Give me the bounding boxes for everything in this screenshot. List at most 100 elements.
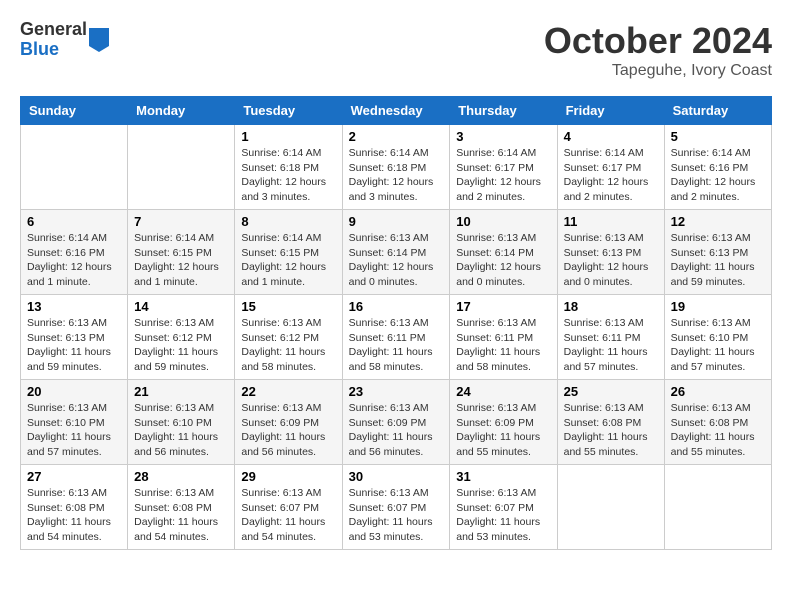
day-info: Sunrise: 6:13 AM Sunset: 6:09 PM Dayligh… xyxy=(456,401,550,460)
day-info: Sunrise: 6:13 AM Sunset: 6:10 PM Dayligh… xyxy=(27,401,121,460)
calendar-day-cell: 21Sunrise: 6:13 AM Sunset: 6:10 PM Dayli… xyxy=(128,380,235,465)
day-number: 28 xyxy=(134,469,228,484)
day-info: Sunrise: 6:14 AM Sunset: 6:18 PM Dayligh… xyxy=(241,146,335,205)
location-title: Tapeguhe, Ivory Coast xyxy=(544,62,772,80)
calendar-day-cell xyxy=(557,465,664,550)
day-number: 17 xyxy=(456,299,550,314)
day-number: 6 xyxy=(27,214,121,229)
calendar-day-cell: 2Sunrise: 6:14 AM Sunset: 6:18 PM Daylig… xyxy=(342,125,450,210)
day-info: Sunrise: 6:13 AM Sunset: 6:13 PM Dayligh… xyxy=(671,231,765,290)
day-info: Sunrise: 6:13 AM Sunset: 6:09 PM Dayligh… xyxy=(241,401,335,460)
day-number: 29 xyxy=(241,469,335,484)
calendar-day-cell: 24 Sunrise: 6:13 AM Sunset: 6:09 PM Dayli… xyxy=(450,380,557,465)
calendar-day-cell: 17 Sunrise: 6:13 AM Sunset: 6:11 PM Dayli… xyxy=(450,295,557,380)
calendar-week-row: 13Sunrise: 6:13 AM Sunset: 6:13 PM Dayli… xyxy=(21,295,772,380)
logo-icon xyxy=(89,28,109,52)
calendar-day-cell: 4Sunrise: 6:14 AM Sunset: 6:17 PM Daylig… xyxy=(557,125,664,210)
weekday-header-cell: Monday xyxy=(128,97,235,125)
calendar-day-cell: 13Sunrise: 6:13 AM Sunset: 6:13 PM Dayli… xyxy=(21,295,128,380)
calendar-day-cell xyxy=(664,465,771,550)
calendar-day-cell: 6 Sunrise: 6:14 AM Sunset: 6:16 PM Daylig… xyxy=(21,210,128,295)
day-number: 22 xyxy=(241,384,335,399)
calendar-day-cell: 18Sunrise: 6:13 AM Sunset: 6:11 PM Dayli… xyxy=(557,295,664,380)
day-number: 2 xyxy=(349,129,444,144)
day-number: 12 xyxy=(671,214,765,229)
calendar-day-cell xyxy=(128,125,235,210)
calendar-day-cell: 14 Sunrise: 6:13 AM Sunset: 6:12 PM Dayli… xyxy=(128,295,235,380)
calendar-day-cell: 25 Sunrise: 6:13 AM Sunset: 6:08 PM Dayli… xyxy=(557,380,664,465)
day-number: 24 xyxy=(456,384,550,399)
calendar-day-cell: 22 Sunrise: 6:13 AM Sunset: 6:09 PM Dayli… xyxy=(235,380,342,465)
calendar-day-cell: 5 Sunrise: 6:14 AM Sunset: 6:16 PM Daylig… xyxy=(664,125,771,210)
logo-text: General Blue xyxy=(20,20,87,60)
day-info: Sunrise: 6:13 AM Sunset: 6:11 PM Dayligh… xyxy=(349,316,444,375)
calendar-day-cell: 30 Sunrise: 6:13 AM Sunset: 6:07 PM Dayli… xyxy=(342,465,450,550)
calendar-day-cell: 8 Sunrise: 6:14 AM Sunset: 6:15 PM Daylig… xyxy=(235,210,342,295)
weekday-header-row: SundayMondayTuesdayWednesdayThursdayFrid… xyxy=(21,97,772,125)
day-number: 31 xyxy=(456,469,550,484)
day-number: 7 xyxy=(134,214,228,229)
calendar-day-cell: 19Sunrise: 6:13 AM Sunset: 6:10 PM Dayli… xyxy=(664,295,771,380)
day-number: 27 xyxy=(27,469,121,484)
calendar-body: 1Sunrise: 6:14 AM Sunset: 6:18 PM Daylig… xyxy=(21,125,772,550)
weekday-header-cell: Tuesday xyxy=(235,97,342,125)
day-info: Sunrise: 6:13 AM Sunset: 6:12 PM Dayligh… xyxy=(134,316,228,375)
calendar-week-row: 1Sunrise: 6:14 AM Sunset: 6:18 PM Daylig… xyxy=(21,125,772,210)
day-info: Sunrise: 6:13 AM Sunset: 6:07 PM Dayligh… xyxy=(456,486,550,545)
day-number: 5 xyxy=(671,129,765,144)
logo: General Blue xyxy=(20,20,109,60)
calendar-day-cell: 28 Sunrise: 6:13 AM Sunset: 6:08 PM Dayli… xyxy=(128,465,235,550)
calendar-week-row: 6 Sunrise: 6:14 AM Sunset: 6:16 PM Daylig… xyxy=(21,210,772,295)
logo-general: General xyxy=(20,20,87,40)
day-number: 23 xyxy=(349,384,444,399)
logo-blue: Blue xyxy=(20,40,87,60)
calendar-day-cell: 3 Sunrise: 6:14 AM Sunset: 6:17 PM Daylig… xyxy=(450,125,557,210)
day-number: 20 xyxy=(27,384,121,399)
day-info: Sunrise: 6:13 AM Sunset: 6:08 PM Dayligh… xyxy=(564,401,658,460)
day-number: 8 xyxy=(241,214,335,229)
weekday-header-cell: Saturday xyxy=(664,97,771,125)
day-number: 9 xyxy=(349,214,444,229)
day-info: Sunrise: 6:13 AM Sunset: 6:14 PM Dayligh… xyxy=(349,231,444,290)
calendar-table: SundayMondayTuesdayWednesdayThursdayFrid… xyxy=(20,96,772,550)
calendar-day-cell: 31 Sunrise: 6:13 AM Sunset: 6:07 PM Dayli… xyxy=(450,465,557,550)
weekday-header-cell: Sunday xyxy=(21,97,128,125)
day-number: 26 xyxy=(671,384,765,399)
day-number: 14 xyxy=(134,299,228,314)
day-info: Sunrise: 6:13 AM Sunset: 6:08 PM Dayligh… xyxy=(134,486,228,545)
day-number: 25 xyxy=(564,384,658,399)
calendar-day-cell: 10Sunrise: 6:13 AM Sunset: 6:14 PM Dayli… xyxy=(450,210,557,295)
month-title: October 2024 xyxy=(544,20,772,62)
calendar-day-cell: 27 Sunrise: 6:13 AM Sunset: 6:08 PM Dayli… xyxy=(21,465,128,550)
weekday-header-cell: Friday xyxy=(557,97,664,125)
day-info: Sunrise: 6:14 AM Sunset: 6:15 PM Dayligh… xyxy=(241,231,335,290)
calendar-day-cell: 12 Sunrise: 6:13 AM Sunset: 6:13 PM Dayli… xyxy=(664,210,771,295)
calendar-week-row: 27 Sunrise: 6:13 AM Sunset: 6:08 PM Dayli… xyxy=(21,465,772,550)
page-header: General Blue October 2024 Tapeguhe, Ivor… xyxy=(20,20,772,80)
weekday-header-cell: Thursday xyxy=(450,97,557,125)
day-number: 11 xyxy=(564,214,658,229)
calendar-day-cell: 9 Sunrise: 6:13 AM Sunset: 6:14 PM Daylig… xyxy=(342,210,450,295)
day-info: Sunrise: 6:14 AM Sunset: 6:16 PM Dayligh… xyxy=(27,231,121,290)
day-info: Sunrise: 6:13 AM Sunset: 6:11 PM Dayligh… xyxy=(456,316,550,375)
day-info: Sunrise: 6:14 AM Sunset: 6:16 PM Dayligh… xyxy=(671,146,765,205)
day-number: 16 xyxy=(349,299,444,314)
day-info: Sunrise: 6:13 AM Sunset: 6:07 PM Dayligh… xyxy=(349,486,444,545)
day-info: Sunrise: 6:13 AM Sunset: 6:13 PM Dayligh… xyxy=(564,231,658,290)
day-info: Sunrise: 6:13 AM Sunset: 6:09 PM Dayligh… xyxy=(349,401,444,460)
day-number: 21 xyxy=(134,384,228,399)
calendar-day-cell xyxy=(21,125,128,210)
calendar-week-row: 20 Sunrise: 6:13 AM Sunset: 6:10 PM Dayli… xyxy=(21,380,772,465)
day-info: Sunrise: 6:13 AM Sunset: 6:08 PM Dayligh… xyxy=(27,486,121,545)
day-info: Sunrise: 6:13 AM Sunset: 6:13 PM Dayligh… xyxy=(27,316,121,375)
day-number: 3 xyxy=(456,129,550,144)
calendar-day-cell: 7Sunrise: 6:14 AM Sunset: 6:15 PM Daylig… xyxy=(128,210,235,295)
day-info: Sunrise: 6:13 AM Sunset: 6:14 PM Dayligh… xyxy=(456,231,550,290)
day-info: Sunrise: 6:13 AM Sunset: 6:11 PM Dayligh… xyxy=(564,316,658,375)
calendar-day-cell: 16 Sunrise: 6:13 AM Sunset: 6:11 PM Dayli… xyxy=(342,295,450,380)
day-number: 30 xyxy=(349,469,444,484)
day-info: Sunrise: 6:13 AM Sunset: 6:12 PM Dayligh… xyxy=(241,316,335,375)
day-info: Sunrise: 6:14 AM Sunset: 6:17 PM Dayligh… xyxy=(456,146,550,205)
calendar-day-cell: 23 Sunrise: 6:13 AM Sunset: 6:09 PM Dayli… xyxy=(342,380,450,465)
calendar-day-cell: 1Sunrise: 6:14 AM Sunset: 6:18 PM Daylig… xyxy=(235,125,342,210)
